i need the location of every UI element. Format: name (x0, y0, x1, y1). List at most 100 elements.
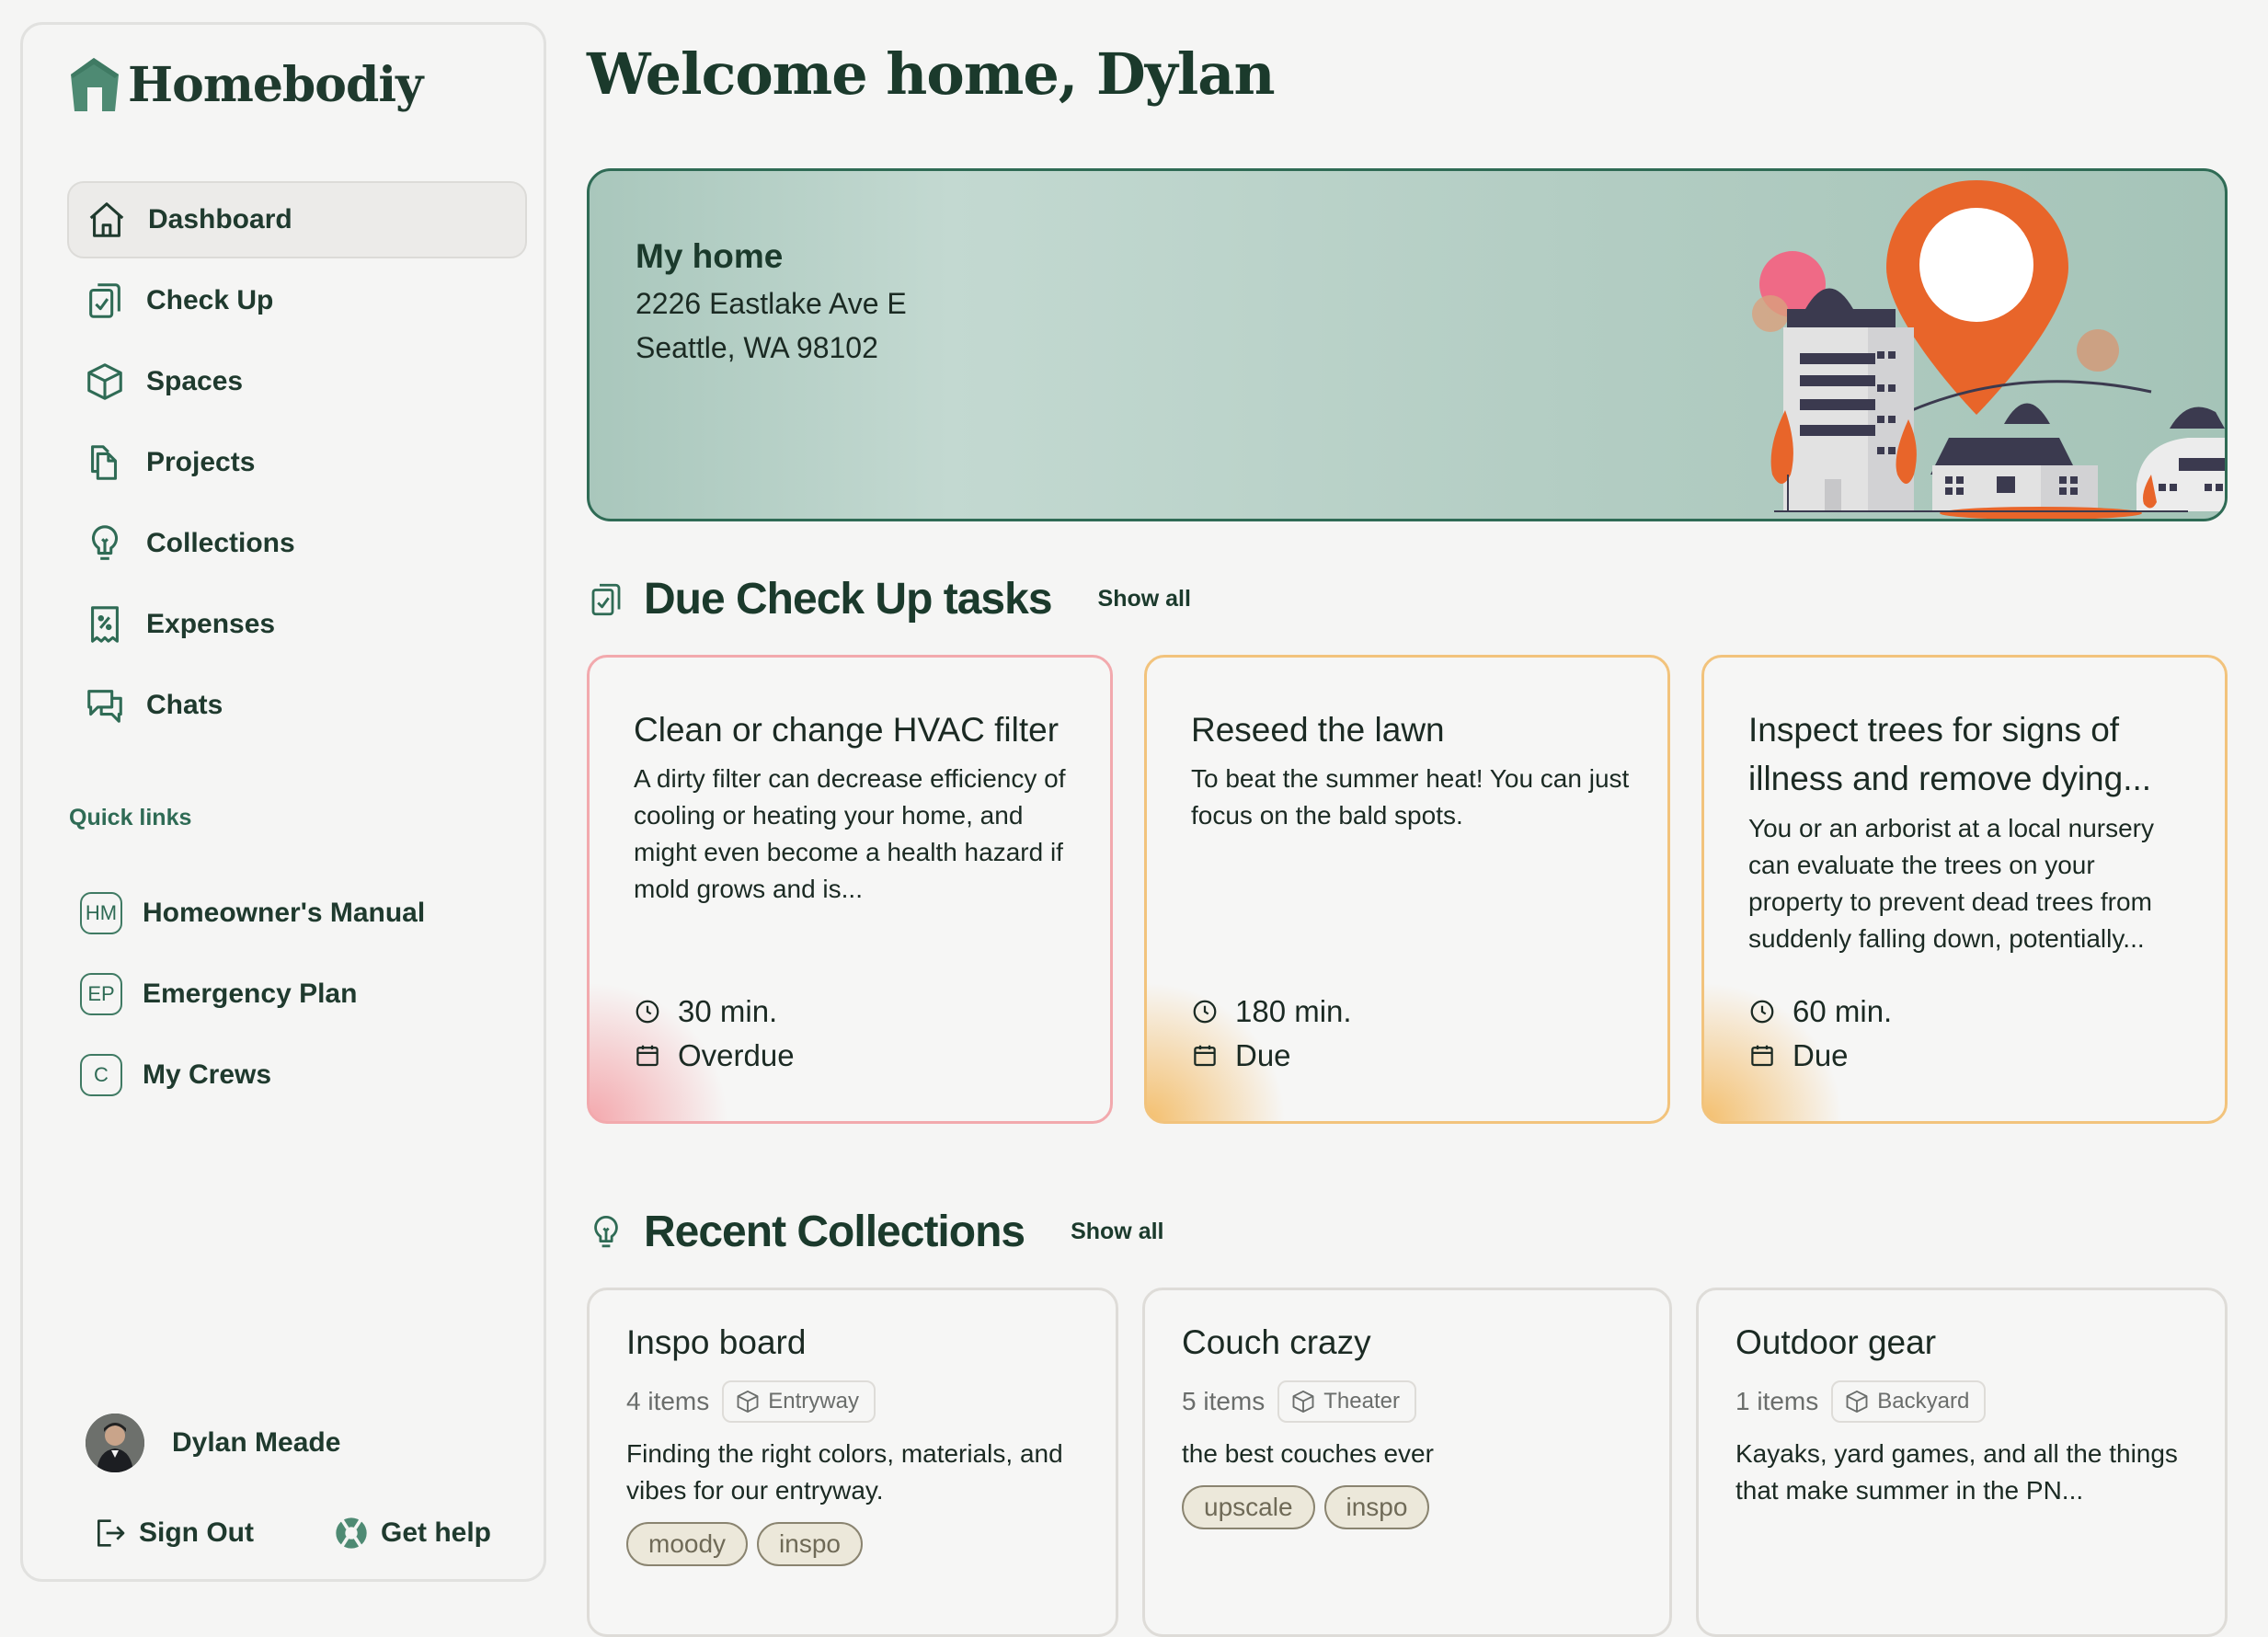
home-illustration (1752, 180, 2225, 519)
collection-description: Finding the right colors, materials, and… (626, 1439, 1063, 1505)
clock-icon (1193, 1000, 1217, 1024)
tag[interactable]: moody (626, 1522, 749, 1566)
chat-bubbles-icon (87, 690, 122, 723)
sidebar-item-expenses[interactable]: Expenses (67, 586, 527, 663)
task-status: Overdue (634, 1038, 795, 1073)
home-address-line1: 2226 Eastlake Ave E (636, 287, 907, 320)
collection-tags: moody inspo (626, 1522, 872, 1566)
cube-icon (737, 1390, 759, 1414)
clipboard-check-icon (591, 583, 621, 615)
collection-title: Outdoor gear (1735, 1323, 1937, 1361)
logo[interactable]: Homebodiy (67, 56, 423, 113)
cube-icon (1292, 1390, 1314, 1414)
calendar-icon (1194, 1045, 1216, 1067)
task-description: To beat the summer heat! You can just fo… (1191, 764, 1630, 830)
calendar-icon (1751, 1045, 1773, 1067)
task-status-value: Due (1793, 1038, 1849, 1072)
collection-title: Inspo board (626, 1323, 807, 1361)
task-duration-value: 180 min. (1235, 994, 1352, 1028)
collection-card[interactable]: Couch crazy 5 items Theater the best cou… (1142, 1288, 1672, 1637)
my-home-card[interactable]: My home 2226 Eastlake Ave E Seattle, WA … (587, 168, 2228, 521)
task-card[interactable]: Inspect trees for signs of illness and r… (1701, 655, 2228, 1124)
quick-link-badge: HM (80, 892, 122, 934)
task-description: You or an arborist at a local nursery ca… (1748, 814, 2154, 953)
task-title: Reseed the lawn (1191, 711, 1445, 749)
clipboard-check-icon (89, 283, 120, 318)
space-chip[interactable]: Backyard (1831, 1380, 1987, 1423)
main-nav: Dashboard Check Up Spaces Projects Colle… (67, 181, 527, 748)
collection-card[interactable]: Outdoor gear 1 items Backyard Kayaks, ya… (1696, 1288, 2228, 1637)
show-all-tasks-link[interactable]: Show all (1098, 586, 1191, 612)
task-duration: 30 min. (634, 994, 777, 1029)
task-duration: 180 min. (1191, 994, 1352, 1029)
task-card[interactable]: Clean or change HVAC filter A dirty filt… (587, 655, 1113, 1124)
page-title: Welcome home, Dylan (587, 40, 1276, 108)
collection-meta: 1 items Backyard (1735, 1380, 1987, 1423)
collection-count: 1 items (1735, 1387, 1819, 1415)
get-help-label: Get help (380, 1517, 491, 1548)
clock-icon (636, 1000, 659, 1024)
sidebar: Homebodiy Dashboard Check Up Spaces Proj… (20, 22, 546, 1582)
quick-links: HM Homeowner's Manual EP Emergency Plan … (80, 873, 425, 1116)
get-help-button[interactable]: Get help (333, 1515, 491, 1551)
sign-out-label: Sign Out (139, 1517, 254, 1548)
sign-out-button[interactable]: Sign Out (91, 1515, 254, 1551)
user-profile[interactable]: Dylan Meade (86, 1414, 340, 1472)
task-duration-value: 30 min. (678, 994, 778, 1028)
user-name: Dylan Meade (172, 1427, 341, 1458)
quick-links-title: Quick links (69, 805, 192, 830)
calendar-icon (636, 1045, 659, 1067)
section-title: Recent Collections (644, 1208, 1025, 1256)
sidebar-item-check-up[interactable]: Check Up (67, 262, 527, 339)
task-title: Clean or change HVAC filter (634, 711, 1060, 749)
home-icon (89, 202, 124, 237)
space-chip-label: Backyard (1877, 1389, 1970, 1414)
sidebar-item-label: Dashboard (148, 204, 292, 235)
app-name: Homebodiy (128, 56, 423, 113)
sidebar-item-projects[interactable]: Projects (67, 424, 527, 501)
collection-description: the best couches ever (1182, 1439, 1434, 1468)
section-title: Due Check Up tasks (644, 575, 1053, 624)
space-chip-label: Entryway (768, 1389, 859, 1414)
lifebuoy-icon (336, 1517, 367, 1549)
collection-description: Kayaks, yard games, and all the things t… (1735, 1439, 2178, 1505)
cube-icon (1846, 1390, 1868, 1414)
space-chip[interactable]: Entryway (722, 1380, 876, 1423)
task-card[interactable]: Reseed the lawn To beat the summer heat!… (1144, 655, 1670, 1124)
sidebar-item-spaces[interactable]: Spaces (67, 343, 527, 420)
avatar (86, 1414, 144, 1472)
collection-tags: upscale inspo (1182, 1485, 1438, 1529)
task-duration: 60 min. (1748, 994, 1892, 1029)
sidebar-item-collections[interactable]: Collections (67, 505, 527, 582)
sidebar-item-dashboard[interactable]: Dashboard (67, 181, 527, 258)
quick-link-homeowners-manual[interactable]: HM Homeowner's Manual (80, 873, 425, 954)
quick-link-my-crews[interactable]: C My Crews (80, 1035, 425, 1116)
sidebar-item-chats[interactable]: Chats (67, 667, 527, 744)
space-chip[interactable]: Theater (1277, 1380, 1416, 1423)
house-logo-icon (71, 58, 119, 111)
task-status: Due (1748, 1038, 1849, 1073)
due-tasks-header: Due Check Up tasks Show all (587, 574, 1191, 624)
home-address-line2: Seattle, WA 98102 (636, 331, 878, 364)
tag[interactable]: upscale (1182, 1485, 1315, 1529)
cube-icon (87, 363, 122, 400)
task-title: Inspect trees for signs of illness and r… (1748, 711, 2152, 797)
quick-link-badge: C (80, 1054, 122, 1096)
home-title: My home (636, 237, 784, 275)
lightbulb-icon (91, 525, 119, 560)
show-all-collections-link[interactable]: Show all (1071, 1219, 1163, 1245)
sidebar-item-label: Spaces (146, 366, 244, 396)
lightbulb-icon (594, 1215, 618, 1247)
quick-link-label: Emergency Plan (143, 979, 358, 1009)
sidebar-item-label: Check Up (146, 285, 274, 315)
task-status-value: Due (1235, 1038, 1291, 1072)
quick-link-emergency-plan[interactable]: EP Emergency Plan (80, 954, 425, 1035)
account-actions: Sign Out Get help (91, 1515, 491, 1551)
task-status: Due (1191, 1038, 1291, 1073)
tag[interactable]: inspo (1323, 1485, 1430, 1529)
quick-link-label: My Crews (143, 1059, 272, 1090)
collection-meta: 5 items Theater (1182, 1380, 1416, 1423)
collection-title: Couch crazy (1182, 1323, 1371, 1361)
collection-card[interactable]: Inspo board 4 items Entryway Finding the… (587, 1288, 1118, 1637)
tag[interactable]: inspo (757, 1522, 863, 1566)
